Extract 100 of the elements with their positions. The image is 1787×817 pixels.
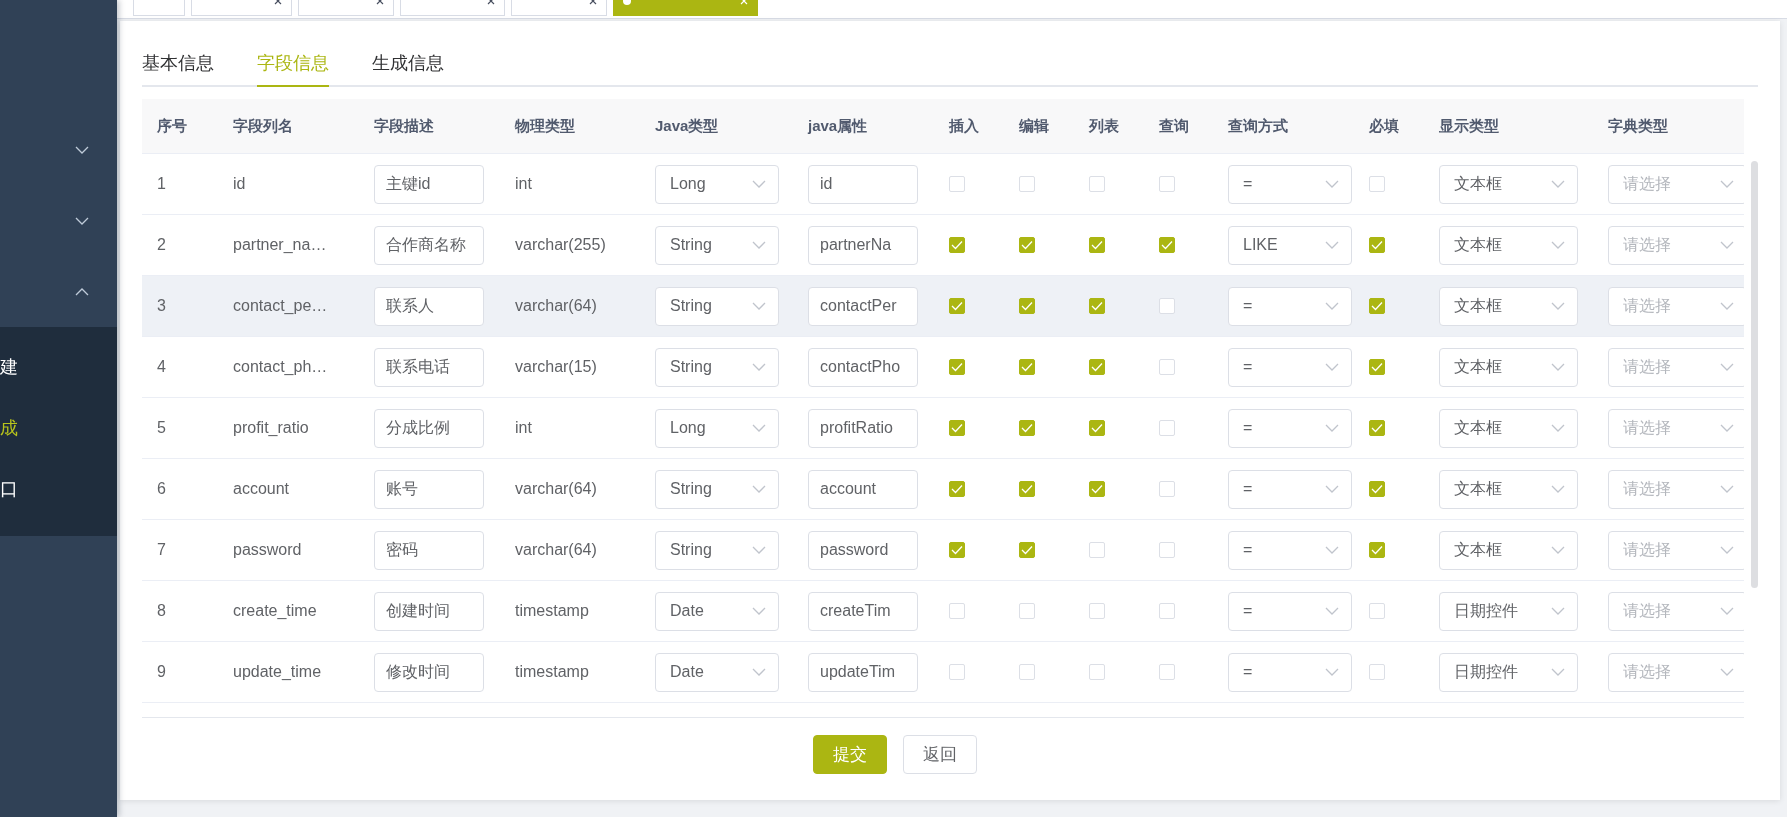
description-field[interactable]: 主键id (374, 164, 484, 204)
java-field-input[interactable]: password (808, 530, 918, 570)
checkbox[interactable] (1019, 420, 1035, 436)
checkbox[interactable] (1019, 542, 1035, 558)
checkbox[interactable] (1019, 481, 1035, 497)
chevron-down-icon (1551, 607, 1565, 615)
checkbox[interactable] (1089, 481, 1105, 497)
display-type-dropdown[interactable]: 文本框 (1439, 286, 1578, 326)
menu-item[interactable]: 口 (0, 459, 18, 520)
tab[interactable]: 生成信息 (372, 45, 444, 87)
checkbox[interactable] (1019, 359, 1035, 375)
table-cell: 8 (157, 602, 166, 620)
back-button[interactable]: 返回 (903, 735, 977, 774)
table-cell: varchar(64) (515, 297, 597, 315)
description-field[interactable]: 修改时间 (374, 652, 484, 692)
query-mode-dropdown[interactable]: = (1228, 652, 1352, 692)
java-type-dropdown[interactable]: String (655, 286, 779, 326)
query-mode-dropdown[interactable]: = (1228, 286, 1352, 326)
display-type-dropdown[interactable]: 文本框 (1439, 225, 1578, 265)
table-cell: timestamp (515, 602, 589, 620)
query-mode-dropdown[interactable]: = (1228, 347, 1352, 387)
java-field-input[interactable]: partnerNa (808, 225, 918, 265)
chevron-down-icon (752, 363, 766, 371)
checkbox[interactable] (1369, 542, 1385, 558)
java-field-input[interactable]: contactPho (808, 347, 918, 387)
table-cell: varchar(64) (515, 480, 597, 498)
query-mode-dropdown[interactable]: = (1228, 164, 1352, 204)
checkbox[interactable] (1089, 237, 1105, 253)
checkbox[interactable] (1089, 359, 1105, 375)
checkbox[interactable] (1369, 298, 1385, 314)
checkbox[interactable] (1019, 298, 1035, 314)
java-type-dropdown[interactable]: Long (655, 164, 779, 204)
description-field[interactable]: 账号 (374, 469, 484, 509)
java-field-input[interactable]: profitRatio (808, 408, 918, 448)
java-field-input[interactable]: createTim (808, 591, 918, 631)
table-cell: contact_ph… (233, 358, 328, 376)
chevron-down-icon (1720, 668, 1734, 676)
java-type-dropdown[interactable]: String (655, 347, 779, 387)
java-type-dropdown[interactable]: String (655, 530, 779, 570)
chevron-down-icon (752, 546, 766, 554)
chevron-down-icon (1551, 546, 1565, 554)
description-field[interactable]: 合作商名称 (374, 225, 484, 265)
table-cell: password (233, 541, 302, 559)
menu-item[interactable]: 建 (0, 337, 18, 398)
table-cell: partner_na… (233, 236, 327, 254)
checkbox[interactable] (949, 420, 965, 436)
chevron-down-icon (1720, 363, 1734, 371)
table-cell: update_time (233, 663, 322, 681)
checkbox[interactable] (1369, 359, 1385, 375)
checkbox[interactable] (949, 237, 965, 253)
checkbox[interactable] (1369, 237, 1385, 253)
chevron-down-icon (1325, 546, 1339, 554)
checkbox[interactable] (1369, 420, 1385, 436)
display-type-dropdown[interactable]: 日期控件 (1439, 591, 1578, 631)
java-type-dropdown[interactable]: Date (655, 652, 779, 692)
checkbox[interactable] (1019, 237, 1035, 253)
checkbox[interactable] (949, 481, 965, 497)
column-header: 字段描述 (374, 116, 434, 136)
query-mode-dropdown[interactable]: = (1228, 591, 1352, 631)
column-header: 字典类型 (1608, 116, 1668, 136)
checkbox[interactable] (1089, 298, 1105, 314)
description-field[interactable]: 创建时间 (374, 591, 484, 631)
display-type-dropdown[interactable]: 日期控件 (1439, 652, 1578, 692)
description-field[interactable]: 联系电话 (374, 347, 484, 387)
checkbox[interactable] (949, 542, 965, 558)
chevron-down-icon (1325, 302, 1339, 310)
description-field[interactable]: 联系人 (374, 286, 484, 326)
query-mode-dropdown[interactable]: = (1228, 408, 1352, 448)
chevron-down-icon (752, 424, 766, 432)
java-field-input[interactable]: updateTim (808, 652, 918, 692)
java-field-input[interactable]: account (808, 469, 918, 509)
tab[interactable]: 基本信息 (142, 45, 214, 87)
java-type-dropdown[interactable]: String (655, 225, 779, 265)
display-type-dropdown[interactable]: 文本框 (1439, 530, 1578, 570)
display-type-dropdown[interactable]: 文本框 (1439, 408, 1578, 448)
query-mode-dropdown[interactable]: = (1228, 469, 1352, 509)
checkbox[interactable] (949, 359, 965, 375)
display-type-dropdown[interactable]: 文本框 (1439, 164, 1578, 204)
checkbox[interactable] (1369, 481, 1385, 497)
java-type-dropdown[interactable]: String (655, 469, 779, 509)
query-mode-dropdown[interactable]: LIKE (1228, 225, 1352, 265)
column-header: 查询 (1159, 116, 1189, 136)
chevron-down-icon (1720, 485, 1734, 493)
checkbox[interactable] (1159, 237, 1175, 253)
display-type-dropdown[interactable]: 文本框 (1439, 347, 1578, 387)
table-cell: timestamp (515, 663, 589, 681)
chevron-down-icon (1720, 607, 1734, 615)
chevron-down-icon (1325, 424, 1339, 432)
java-field-input[interactable]: contactPer (808, 286, 918, 326)
checkbox[interactable] (1089, 420, 1105, 436)
column-header: 查询方式 (1228, 116, 1288, 136)
display-type-dropdown[interactable]: 文本框 (1439, 469, 1578, 509)
description-field[interactable]: 密码 (374, 530, 484, 570)
java-type-dropdown[interactable]: Date (655, 591, 779, 631)
query-mode-dropdown[interactable]: = (1228, 530, 1352, 570)
menu-item[interactable]: 成 (0, 398, 18, 459)
checkbox[interactable] (949, 298, 965, 314)
java-field-input[interactable]: id (808, 164, 918, 204)
java-type-dropdown[interactable]: Long (655, 408, 779, 448)
description-field[interactable]: 分成比例 (374, 408, 484, 448)
